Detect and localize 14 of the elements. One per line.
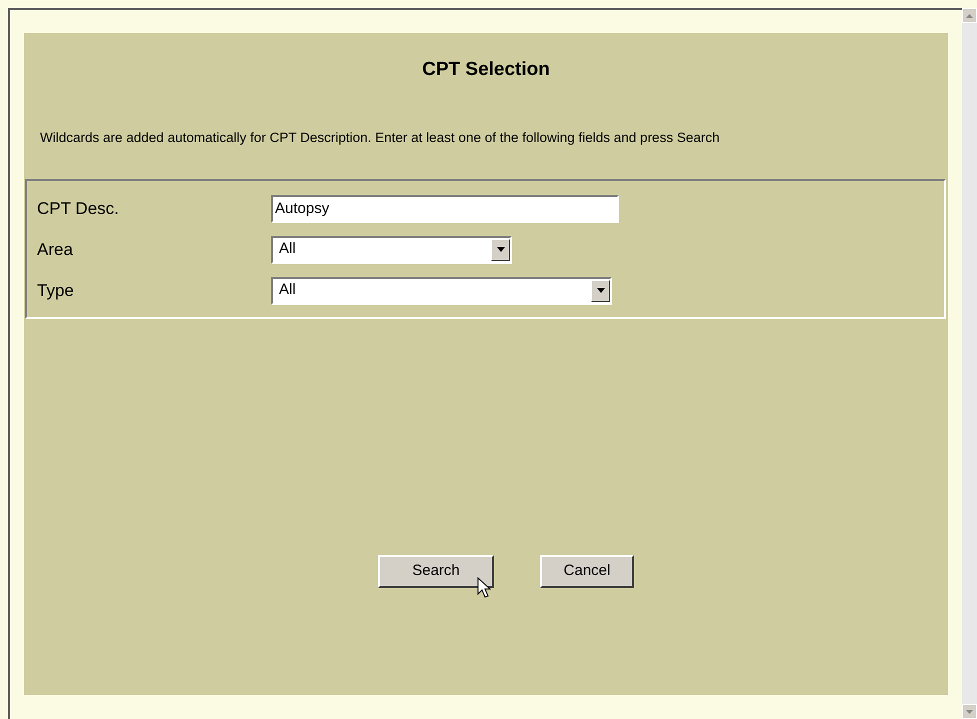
cancel-button[interactable]: Cancel xyxy=(540,554,634,588)
caret-icon xyxy=(491,238,510,260)
text-field[interactable]: Autopsy xyxy=(271,194,619,222)
dropdown[interactable]: All xyxy=(271,236,512,264)
dialog-title: CPT Selection xyxy=(421,58,551,82)
instructions-text: Wildcards are added automatically for CPT Description. Enter at least one of the following fields and press Search xyxy=(40,128,721,146)
scroll-up-icon[interactable] xyxy=(962,8,977,23)
caret-icon xyxy=(591,280,610,302)
mouse-pointer-icon xyxy=(477,576,491,598)
field-label: CPT Desc. xyxy=(37,198,120,220)
field-label: Type xyxy=(37,280,75,302)
dropdown[interactable]: All xyxy=(271,276,612,304)
scroll-down-icon[interactable] xyxy=(962,704,977,719)
field-label: Area xyxy=(37,238,74,261)
